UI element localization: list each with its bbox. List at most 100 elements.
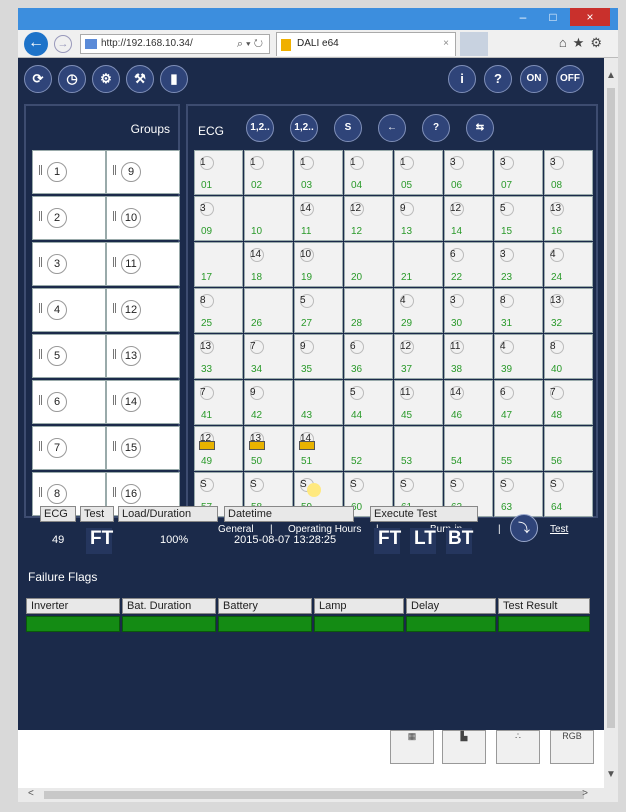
group-cell[interactable]: 10 xyxy=(106,196,180,240)
ecg-cell[interactable]: 8 31 xyxy=(494,288,543,333)
ecg-cell[interactable]: 6 36 xyxy=(344,334,393,379)
ecg-cell[interactable]: 7 48 xyxy=(544,380,593,425)
group-cell[interactable]: 15 xyxy=(106,426,180,470)
ecg-cell[interactable]: 12 14 xyxy=(444,196,493,241)
ecg-cell[interactable]: 8 40 xyxy=(544,334,593,379)
ecg-cell[interactable]: 3 09 xyxy=(194,196,243,241)
browser-toolbar-icons[interactable]: ⌂★⚙ xyxy=(559,35,608,51)
swap-button[interactable]: ⇆ xyxy=(466,114,494,142)
ecg-cell[interactable]: 1 03 xyxy=(294,150,343,195)
minimize-button[interactable]: – xyxy=(510,8,536,26)
group-cell[interactable]: 6 xyxy=(32,380,106,424)
ecg-cell[interactable]: 1 01 xyxy=(194,150,243,195)
ecg-cell[interactable]: 7 34 xyxy=(244,334,293,379)
tab-test[interactable]: Test xyxy=(550,524,568,535)
ecg-cell[interactable]: 17 xyxy=(194,242,243,287)
ecg-cell[interactable]: 52 xyxy=(344,426,393,471)
scroll-thumb[interactable] xyxy=(607,88,615,728)
select-s-button[interactable]: S xyxy=(334,114,362,142)
ecg-cell[interactable]: 9 35 xyxy=(294,334,343,379)
ecg-cell[interactable]: 1 02 xyxy=(244,150,293,195)
device-icon[interactable]: ▮ xyxy=(160,65,188,93)
ecg-cell[interactable]: 53 xyxy=(394,426,443,471)
rgb-icon[interactable]: RGB xyxy=(550,730,594,764)
maximize-button[interactable]: □ xyxy=(540,8,566,26)
group-cell[interactable]: 5 xyxy=(32,334,106,378)
ecg-cell[interactable]: 13 33 xyxy=(194,334,243,379)
address-tools[interactable]: ⌕ ▾ ↻ xyxy=(237,35,263,53)
ecg-cell[interactable]: 55 xyxy=(494,426,543,471)
group-cell[interactable]: 12 xyxy=(106,288,180,332)
ecg-cell[interactable]: 11 45 xyxy=(394,380,443,425)
ecg-cell[interactable]: 14 11 xyxy=(294,196,343,241)
ecg-cell[interactable]: 26 xyxy=(244,288,293,333)
group-cell[interactable]: 7 xyxy=(32,426,106,470)
ecg-cell[interactable]: 21 xyxy=(394,242,443,287)
ecg-cell[interactable]: 3 07 xyxy=(494,150,543,195)
execute-icon[interactable]: ⤵ xyxy=(510,514,538,542)
exec-lt-button[interactable]: LT xyxy=(414,528,436,550)
ecg-cell[interactable]: 7 41 xyxy=(194,380,243,425)
lamp-query-ecg-button[interactable]: ? xyxy=(422,114,450,142)
group-cell[interactable]: 13 xyxy=(106,334,180,378)
group-cell[interactable]: 9 xyxy=(106,150,180,194)
new-tab-button[interactable] xyxy=(460,32,488,56)
scroll-down-icon[interactable]: ▼ xyxy=(606,769,616,780)
ecg-cell[interactable]: 14 51 xyxy=(294,426,343,471)
ecg-cell[interactable]: S 63 xyxy=(494,472,543,517)
ecg-cell[interactable]: 12 49 xyxy=(194,426,243,471)
vertical-scrollbar[interactable]: ▲ ▼ xyxy=(604,58,618,788)
lamp-query-button[interactable]: ? xyxy=(484,65,512,93)
ecg-cell[interactable]: 12 37 xyxy=(394,334,443,379)
ecg-cell[interactable]: 14 46 xyxy=(444,380,493,425)
ecg-cell[interactable]: 10 19 xyxy=(294,242,343,287)
ecg-cell[interactable]: 4 39 xyxy=(494,334,543,379)
group-cell[interactable]: 14 xyxy=(106,380,180,424)
info-button[interactable]: i xyxy=(448,65,476,93)
lamp-left-button[interactable]: ← xyxy=(378,114,406,142)
ecg-cell[interactable]: 9 42 xyxy=(244,380,293,425)
tab-close-icon[interactable]: × xyxy=(443,33,449,55)
ecg-cell[interactable]: 13 50 xyxy=(244,426,293,471)
group-cell[interactable]: 11 xyxy=(106,242,180,286)
scroll-up-icon[interactable]: ▲ xyxy=(606,70,616,81)
ecg-cell[interactable]: 13 16 xyxy=(544,196,593,241)
ecg-cell[interactable]: 6 47 xyxy=(494,380,543,425)
clock-icon[interactable]: ◷ xyxy=(58,65,86,93)
table-view-icon[interactable]: ▦ xyxy=(390,730,434,764)
group-cell[interactable]: 1 xyxy=(32,150,106,194)
group-cell[interactable]: 4 xyxy=(32,288,106,332)
browser-tab[interactable]: DALI e64 × xyxy=(276,32,456,56)
ecg-cell[interactable]: 13 32 xyxy=(544,288,593,333)
ecg-cell[interactable]: 3 23 xyxy=(494,242,543,287)
horizontal-scrollbar[interactable]: < > xyxy=(18,788,618,802)
ecg-cell[interactable]: 56 xyxy=(544,426,593,471)
ecg-cell[interactable]: 28 xyxy=(344,288,393,333)
ecg-cell[interactable]: 11 38 xyxy=(444,334,493,379)
select-range-button[interactable]: 1,2.. xyxy=(246,114,274,142)
close-window-button[interactable]: × xyxy=(570,8,610,26)
color-dots-icon[interactable]: ∴ xyxy=(496,730,540,764)
off-button[interactable]: OFF xyxy=(556,65,584,93)
ecg-cell[interactable]: 43 xyxy=(294,380,343,425)
ecg-cell[interactable]: 54 xyxy=(444,426,493,471)
ecg-cell[interactable]: 5 44 xyxy=(344,380,393,425)
chart-view-icon[interactable]: ▙ xyxy=(442,730,486,764)
ecg-cell[interactable]: S 64 xyxy=(544,472,593,517)
ecg-cell[interactable]: 3 06 xyxy=(444,150,493,195)
ecg-cell[interactable]: 5 15 xyxy=(494,196,543,241)
hscroll-thumb[interactable] xyxy=(44,791,584,799)
ecg-cell[interactable]: 8 25 xyxy=(194,288,243,333)
back-button[interactable]: ← xyxy=(24,32,48,56)
ecg-cell[interactable]: 3 08 xyxy=(544,150,593,195)
settings-icon[interactable]: ⚙ xyxy=(92,65,120,93)
ecg-cell[interactable]: 10 xyxy=(244,196,293,241)
group-cell[interactable]: 2 xyxy=(32,196,106,240)
ecg-cell[interactable]: 4 24 xyxy=(544,242,593,287)
ecg-cell[interactable]: 9 13 xyxy=(394,196,443,241)
group-cell[interactable]: 3 xyxy=(32,242,106,286)
refresh-icon[interactable]: ⟳ xyxy=(24,65,52,93)
ecg-cell[interactable]: 20 xyxy=(344,242,393,287)
exec-bt-button[interactable]: BT xyxy=(448,528,473,550)
ecg-cell[interactable]: 6 22 xyxy=(444,242,493,287)
